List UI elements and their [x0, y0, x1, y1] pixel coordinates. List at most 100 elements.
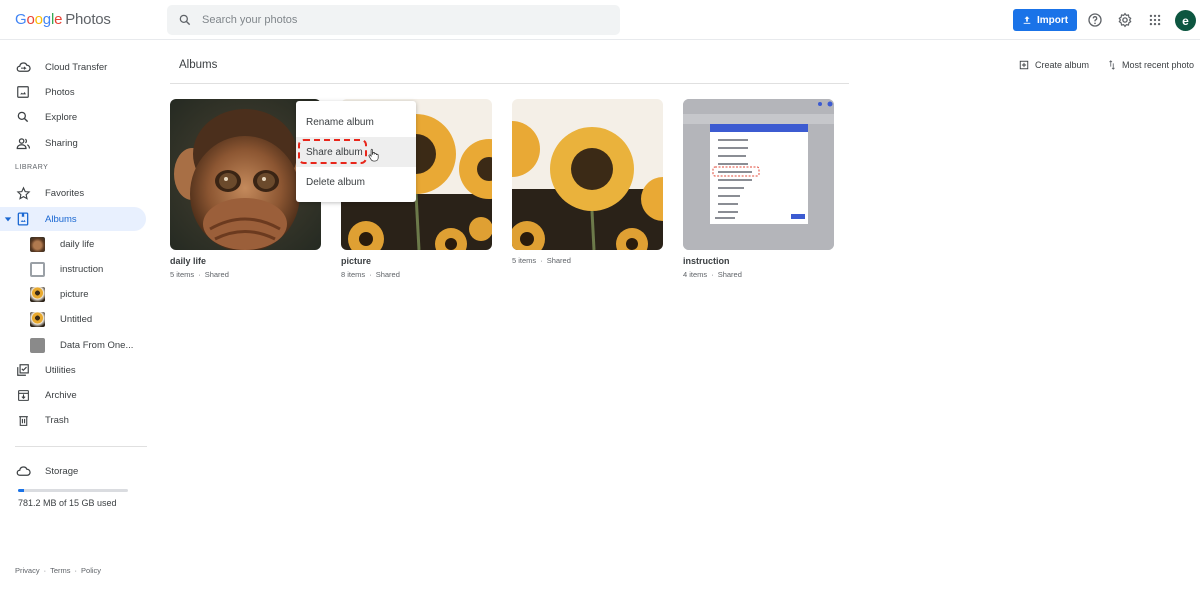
menu-item-label: Rename album: [306, 116, 374, 128]
sidebar-item-storage[interactable]: Storage: [0, 459, 146, 483]
sidebar-item-favorites[interactable]: Favorites: [0, 181, 146, 205]
import-label: Import: [1036, 14, 1069, 26]
cloud-icon: [15, 463, 31, 479]
account-avatar[interactable]: e: [1175, 10, 1196, 31]
album-share-status: Shared: [717, 270, 742, 279]
share-album-menu-item[interactable]: Share album: [296, 137, 416, 167]
sidebar-item-sharing[interactable]: Sharing: [0, 131, 146, 155]
search-icon[interactable]: [178, 13, 192, 27]
hand-cursor-icon: [368, 148, 379, 162]
expand-arrow-icon[interactable]: [4, 215, 12, 223]
storage-usage-text: 781.2 MB of 15 GB used: [18, 498, 117, 508]
archive-icon: [15, 387, 31, 403]
sidebar-album-daily-life[interactable]: daily life: [0, 232, 146, 256]
cloud-transfer-icon: [15, 59, 31, 75]
trash-icon: [15, 412, 31, 428]
album-thumbnail: [30, 337, 45, 353]
album-name[interactable]: daily life: [170, 256, 321, 268]
sort-button[interactable]: Most recent photo: [1108, 60, 1194, 70]
rename-album-menu-item[interactable]: Rename album: [296, 107, 416, 137]
sidebar-album-picture[interactable]: picture: [0, 282, 146, 306]
sunflower-photo: [512, 99, 663, 250]
sidebar-item-label: Trash: [45, 414, 69, 426]
sidebar-item-explore[interactable]: Explore: [0, 105, 146, 129]
album-share-status: Shared: [546, 256, 571, 265]
sidebar-item-albums[interactable]: Albums: [0, 207, 146, 231]
sidebar-item-photos[interactable]: Photos: [0, 80, 146, 104]
album-icon: [15, 211, 31, 227]
search-input[interactable]: [202, 14, 582, 26]
upload-icon: [1023, 16, 1031, 24]
album-thumbnail: [30, 286, 45, 302]
sidebar-divider: [15, 446, 147, 447]
sidebar-item-label: Sharing: [45, 137, 78, 149]
logo-letter: G: [15, 11, 27, 28]
search-bar[interactable]: [167, 5, 620, 35]
album-meta: 5 items · Shared: [512, 256, 571, 265]
logo-letter: o: [26, 11, 35, 28]
album-item-count: 5 items: [170, 270, 195, 279]
google-photos-logo[interactable]: Google Photos: [15, 11, 111, 28]
album-name[interactable]: picture: [341, 256, 492, 268]
sidebar-item-archive[interactable]: Archive: [0, 383, 146, 407]
album-share-status: Shared: [204, 270, 229, 279]
sidebar-item-label: Albums: [45, 213, 77, 225]
sidebar-item-label: Explore: [45, 111, 78, 123]
storage-progress-fill: [18, 489, 24, 492]
sort-icon: [1109, 60, 1115, 70]
delete-album-menu-item[interactable]: Delete album: [296, 167, 416, 197]
sidebar-album-label: Untitled: [60, 313, 93, 325]
policy-link[interactable]: Policy: [81, 566, 101, 575]
album-item-count: 8 items: [341, 270, 366, 279]
screenshot-photo: [683, 99, 834, 250]
help-icon[interactable]: [1086, 11, 1104, 29]
album-item-count: 5 items: [512, 256, 537, 265]
album-item-count: 4 items: [683, 270, 708, 279]
logo-letter: e: [54, 11, 63, 28]
sidebar-item-cloud-transfer[interactable]: Cloud Transfer: [0, 55, 146, 79]
sidebar-item-label: Photos: [45, 86, 75, 98]
page-title: Albums: [179, 59, 218, 71]
sidebar-album-label: picture: [60, 288, 89, 300]
sidebar-album-instruction[interactable]: instruction: [0, 257, 146, 281]
album-card[interactable]: instruction 4 items · Shared: [683, 99, 834, 279]
library-section-label: LIBRARY: [15, 164, 49, 171]
product-name: Photos: [65, 11, 111, 28]
album-meta: 8 items · Shared: [341, 270, 400, 279]
create-album-button[interactable]: Create album: [1019, 60, 1089, 70]
sidebar-album-label: instruction: [60, 263, 104, 275]
album-card[interactable]: 5 items · Shared: [512, 99, 663, 265]
sidebar-album-data-from-one[interactable]: Data From One...: [0, 333, 146, 357]
album-context-menu: Rename album Share album Delete album: [296, 101, 416, 202]
album-cover-screenshot[interactable]: [683, 99, 834, 250]
sidebar-album-untitled[interactable]: Untitled: [0, 307, 146, 331]
album-meta: 5 items · Shared: [170, 270, 229, 279]
apps-grid-icon[interactable]: [1146, 11, 1164, 29]
album-thumbnail: [30, 236, 45, 252]
album-share-status: Shared: [375, 270, 400, 279]
album-cover-sunflower[interactable]: [512, 99, 663, 250]
title-divider: [170, 83, 849, 84]
sidebar-item-utilities[interactable]: Utilities: [0, 358, 146, 382]
logo-letter: o: [34, 11, 43, 28]
sidebar-item-label: Utilities: [45, 364, 76, 376]
settings-icon[interactable]: [1116, 11, 1134, 29]
album-name[interactable]: instruction: [683, 256, 834, 268]
search-icon: [15, 109, 31, 125]
sidebar-item-label: Archive: [45, 389, 77, 401]
sidebar-item-label: Favorites: [45, 187, 85, 199]
sidebar-item-trash[interactable]: Trash: [0, 408, 146, 432]
star-icon: [15, 185, 31, 201]
menu-item-label: Delete album: [306, 176, 365, 188]
privacy-link[interactable]: Privacy: [15, 566, 40, 575]
album-thumbnail: [30, 311, 45, 327]
footer-links: Privacy · Terms · Policy: [15, 566, 102, 575]
utilities-icon: [15, 362, 31, 378]
highlight-annotation: [298, 139, 367, 164]
storage-progress-bar: [18, 489, 128, 492]
terms-link[interactable]: Terms: [50, 566, 70, 575]
sidebar-album-label: daily life: [60, 238, 95, 250]
add-box-icon: [1019, 60, 1029, 70]
album-thumbnail: [30, 261, 45, 277]
import-button[interactable]: Import: [1013, 9, 1077, 31]
